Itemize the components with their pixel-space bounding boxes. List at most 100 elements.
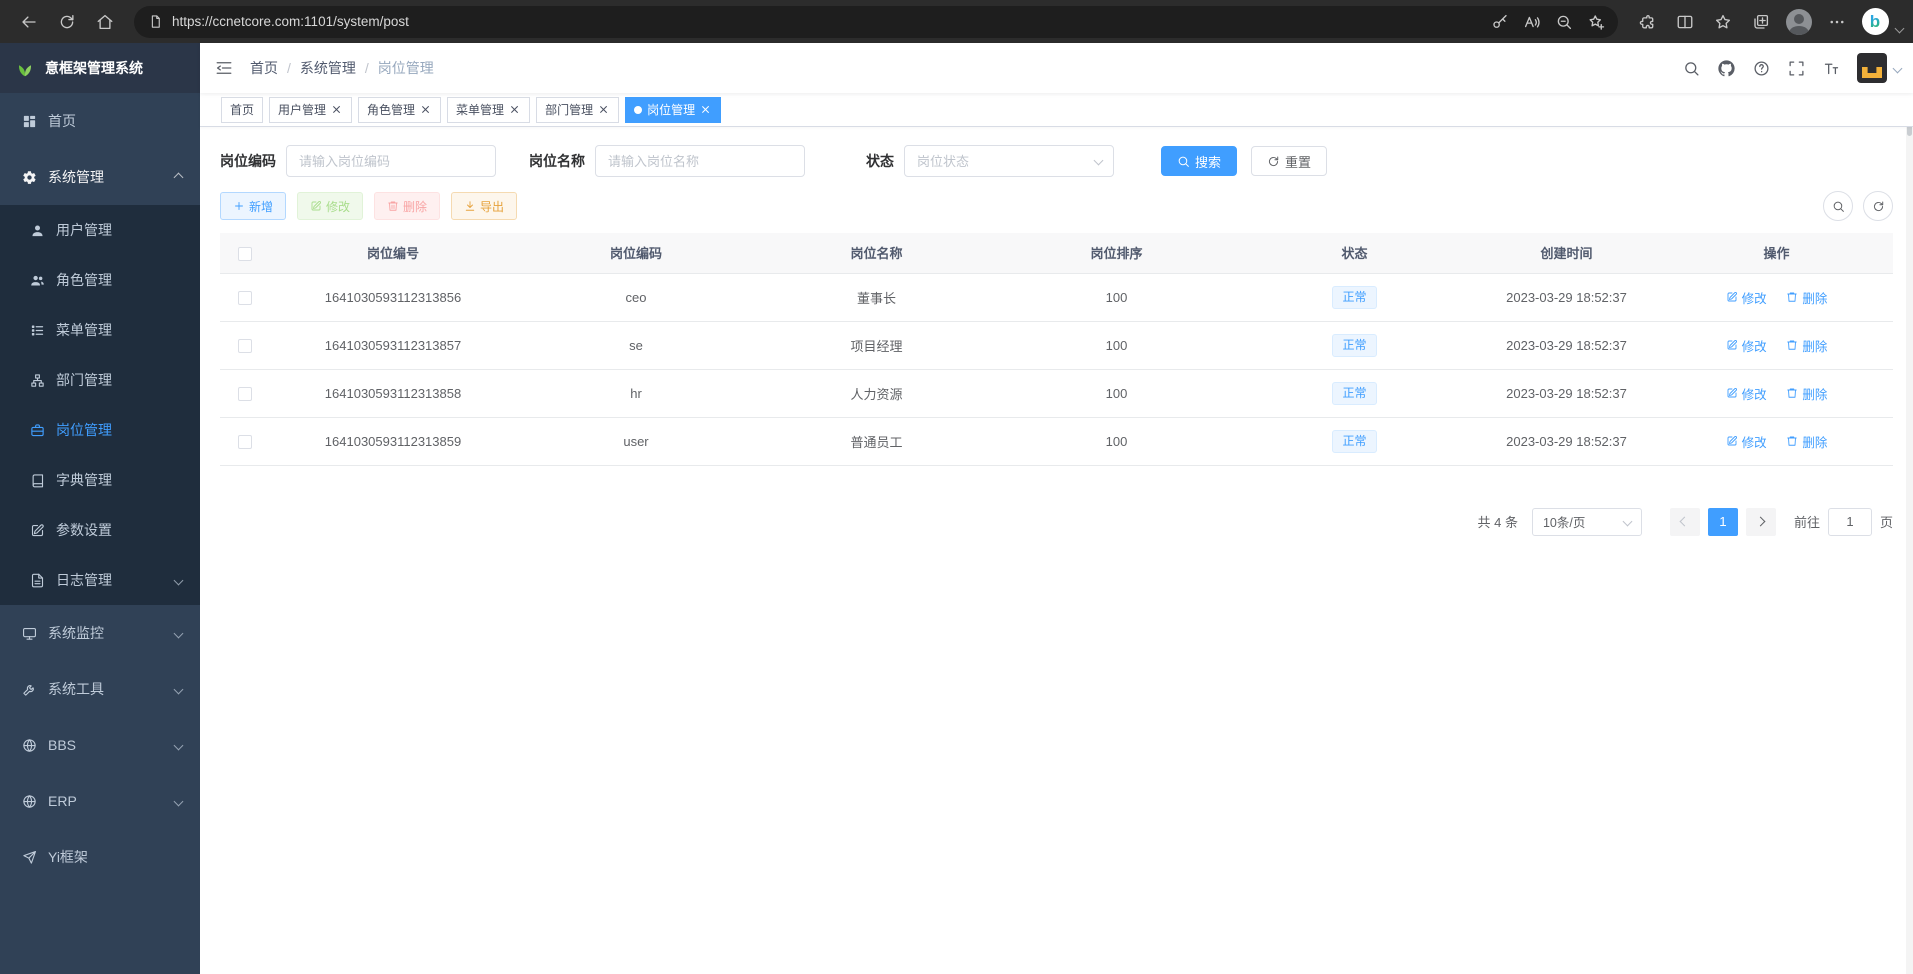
column-header-actions: 操作	[1660, 233, 1893, 273]
row-checkbox[interactable]	[238, 291, 252, 305]
page-button-1[interactable]: 1	[1708, 508, 1738, 536]
text-size-icon	[1823, 60, 1840, 77]
browser-home-button[interactable]	[86, 5, 124, 39]
sidebar-item-home[interactable]: 首页	[0, 93, 200, 149]
tab-close-button[interactable]	[420, 104, 432, 116]
wrench-icon	[22, 682, 37, 697]
extensions-button[interactable]	[1628, 5, 1666, 39]
header-search-button[interactable]	[1674, 43, 1709, 93]
post-code-input[interactable]	[286, 145, 496, 177]
favorites-button[interactable]	[1704, 5, 1742, 39]
send-icon	[22, 850, 37, 865]
add-button[interactable]: 新增	[220, 192, 286, 220]
next-page-button[interactable]	[1746, 508, 1776, 536]
sidebar-item-tools[interactable]: 系统工具	[0, 661, 200, 717]
breadcrumb-item-system[interactable]: 系统管理	[300, 58, 356, 78]
sidebar-toggle-button[interactable]	[200, 43, 248, 93]
sidebar-item-dept-mgmt[interactable]: 部门管理	[0, 355, 200, 405]
sidebar-item-param-settings[interactable]: 参数设置	[0, 505, 200, 555]
monitor-icon	[22, 626, 37, 641]
tab-menu-mgmt[interactable]: 菜单管理	[447, 97, 530, 123]
bing-icon: b	[1862, 8, 1889, 35]
browser-refresh-button[interactable]	[48, 5, 86, 39]
row-delete-link[interactable]: 删除	[1786, 432, 1827, 451]
sidebar-item-bbs[interactable]: BBS	[0, 717, 200, 773]
select-all-checkbox[interactable]	[238, 247, 252, 261]
row-delete-link[interactable]: 删除	[1786, 288, 1827, 307]
row-delete-link[interactable]: 删除	[1786, 336, 1827, 355]
page-info-icon[interactable]	[148, 14, 163, 29]
row-checkbox[interactable]	[238, 435, 252, 449]
sidebar-item-yi-framework[interactable]: Yi框架	[0, 829, 200, 885]
row-delete-link[interactable]: 删除	[1786, 384, 1827, 403]
collections-button[interactable]	[1742, 5, 1780, 39]
prev-page-button[interactable]	[1670, 508, 1700, 536]
table-toolbar: 新增 修改 删除 导出	[220, 191, 1893, 221]
tab-home[interactable]: 首页	[221, 97, 263, 123]
font-size-button[interactable]	[1814, 43, 1849, 93]
status-select-input[interactable]	[904, 145, 1114, 177]
filter-status: 状态	[866, 145, 1114, 177]
pagination-jumper: 前往 页	[1794, 508, 1893, 536]
delete-button[interactable]: 删除	[374, 192, 440, 220]
collections-icon	[1752, 13, 1770, 31]
fullscreen-button[interactable]	[1779, 43, 1814, 93]
address-bar[interactable]: https://ccnetcore.com:1101/system/post	[134, 6, 1618, 38]
github-button[interactable]	[1709, 43, 1744, 93]
row-edit-link[interactable]: 修改	[1726, 432, 1767, 451]
post-name-input[interactable]	[595, 145, 805, 177]
zoom-button[interactable]	[1548, 8, 1580, 36]
sidebar-item-menu-mgmt[interactable]: 菜单管理	[0, 305, 200, 355]
status-select[interactable]	[904, 145, 1114, 177]
sidebar-item-log-mgmt[interactable]: 日志管理	[0, 555, 200, 605]
sidebar-item-erp[interactable]: ERP	[0, 773, 200, 829]
tab-close-button[interactable]	[331, 104, 343, 116]
tab-close-button[interactable]	[700, 104, 712, 116]
row-edit-link[interactable]: 修改	[1726, 336, 1767, 355]
tab-dept-mgmt[interactable]: 部门管理	[536, 97, 619, 123]
column-header-post-name: 岗位名称	[756, 233, 997, 273]
reset-button[interactable]: 重置	[1251, 146, 1327, 176]
read-aloud-button[interactable]	[1516, 8, 1548, 36]
tab-role-mgmt[interactable]: 角色管理	[358, 97, 441, 123]
export-button[interactable]: 导出	[451, 192, 517, 220]
bing-chat-button[interactable]: b	[1856, 5, 1894, 39]
split-screen-button[interactable]	[1666, 5, 1704, 39]
browser-menu-button[interactable]	[1818, 5, 1856, 39]
modify-button[interactable]: 修改	[297, 192, 363, 220]
goto-page-input[interactable]	[1828, 508, 1872, 536]
plus-icon	[233, 200, 245, 212]
search-button[interactable]: 搜索	[1161, 146, 1237, 176]
globe-icon	[22, 794, 37, 809]
row-edit-link[interactable]: 修改	[1726, 384, 1767, 403]
browser-chrome: https://ccnetcore.com:1101/system/post b	[0, 0, 1913, 43]
add-favorite-button[interactable]	[1580, 8, 1612, 36]
row-edit-link[interactable]: 修改	[1726, 288, 1767, 307]
toggle-search-button[interactable]	[1823, 191, 1853, 221]
tab-close-button[interactable]	[509, 104, 521, 116]
refresh-table-button[interactable]	[1863, 191, 1893, 221]
docs-help-button[interactable]	[1744, 43, 1779, 93]
password-manager-button[interactable]	[1484, 8, 1516, 36]
sidebar-item-role-mgmt[interactable]: 角色管理	[0, 255, 200, 305]
page-scrollbar[interactable]	[1906, 43, 1913, 974]
leaf-logo-icon	[14, 57, 36, 79]
row-checkbox[interactable]	[238, 339, 252, 353]
page-size-select[interactable]: 10条/页	[1532, 508, 1642, 536]
sidebar-item-dict-mgmt[interactable]: 字典管理	[0, 455, 200, 505]
chevron-down-icon[interactable]	[1895, 24, 1905, 34]
tab-close-button[interactable]	[598, 104, 610, 116]
row-checkbox[interactable]	[238, 387, 252, 401]
sidebar-item-monitor[interactable]: 系统监控	[0, 605, 200, 661]
tab-user-mgmt[interactable]: 用户管理	[269, 97, 352, 123]
sidebar-item-user-mgmt[interactable]: 用户管理	[0, 205, 200, 255]
breadcrumb-item-home[interactable]: 首页	[250, 58, 278, 78]
sidebar-item-system[interactable]: 系统管理	[0, 149, 200, 205]
user-avatar-dropdown[interactable]	[1857, 53, 1901, 83]
list-icon	[30, 323, 45, 338]
refresh-icon	[58, 13, 76, 31]
sidebar-item-post-mgmt[interactable]: 岗位管理	[0, 405, 200, 455]
browser-back-button[interactable]	[10, 5, 48, 39]
profile-button[interactable]	[1780, 5, 1818, 39]
tab-post-mgmt[interactable]: 岗位管理	[625, 97, 721, 123]
